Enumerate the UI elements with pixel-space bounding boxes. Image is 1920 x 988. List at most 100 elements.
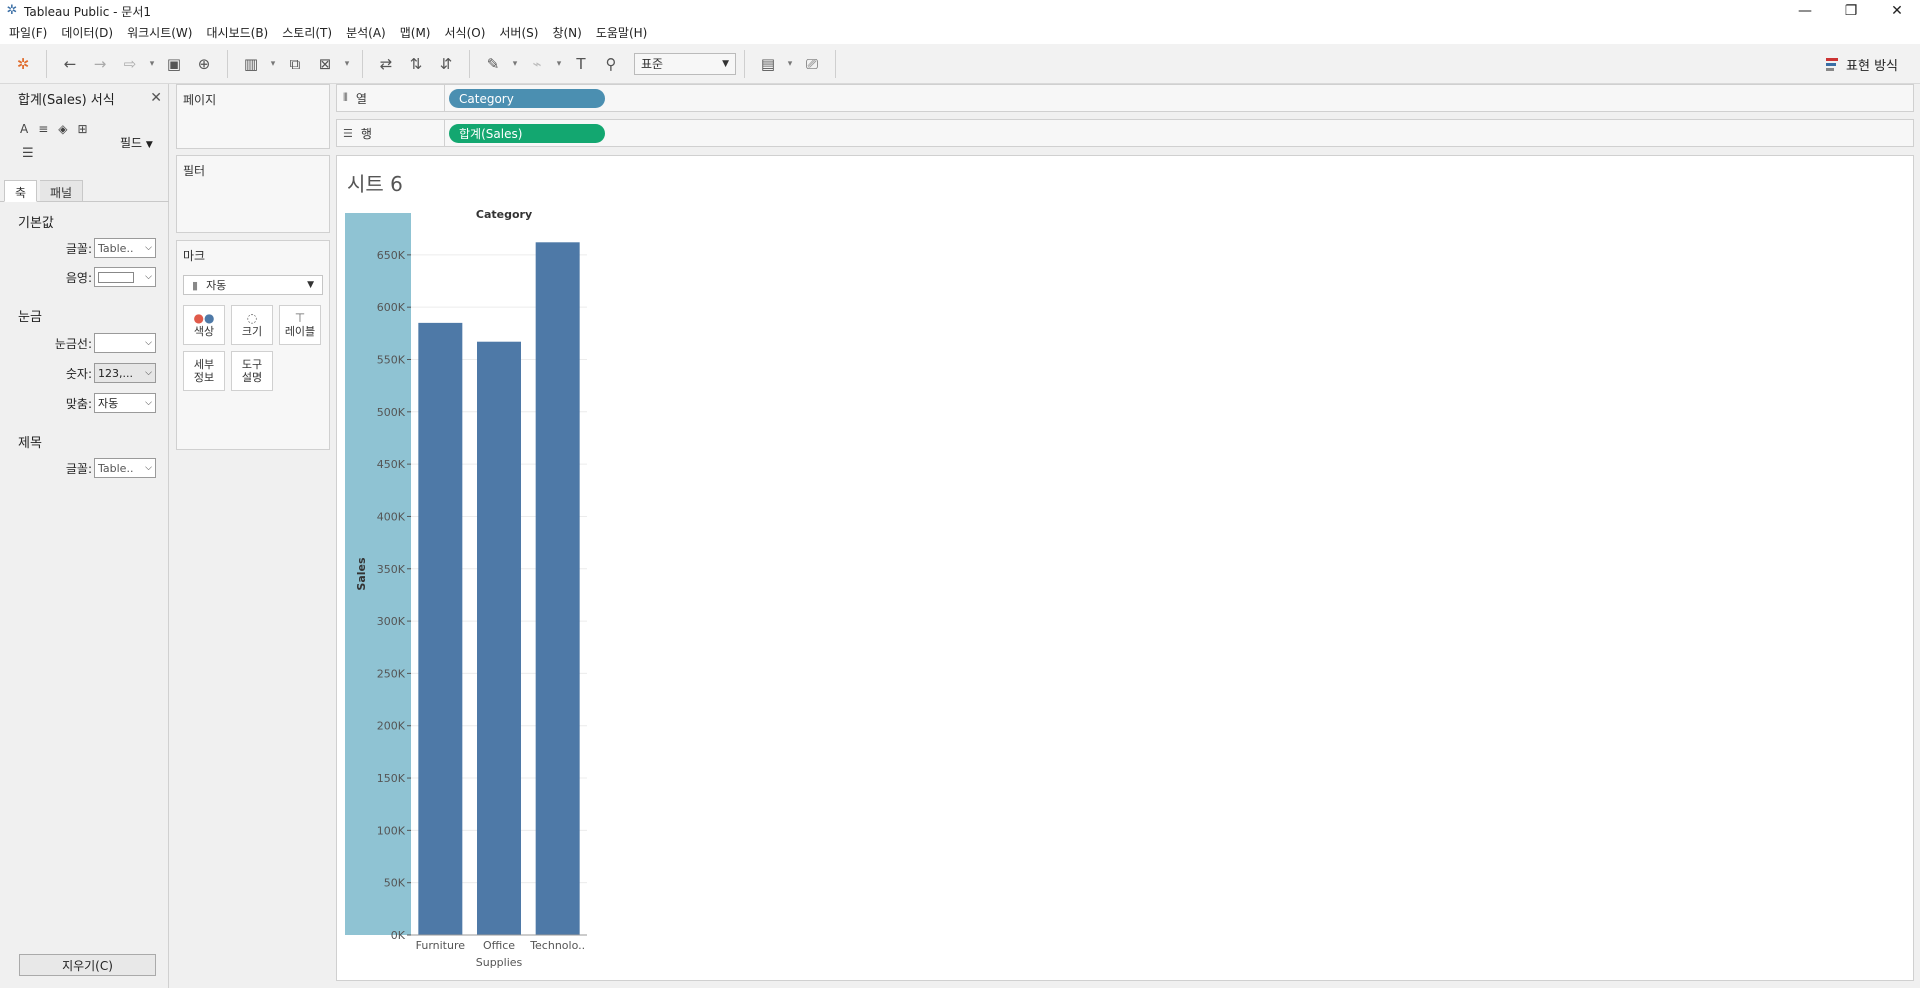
replay-dropdown-icon[interactable]: ▾ [145,51,159,77]
tooltip-mark-button[interactable]: 도구 설명 [231,351,273,391]
chevron-down-icon: ▼ [722,58,729,69]
new-worksheet-icon[interactable]: ▥ [238,51,264,77]
menu-file[interactable]: 파일(F) [2,22,54,44]
menu-worksheet[interactable]: 워크시트(W) [120,22,199,44]
toolbar-separator [362,49,363,78]
menu-data[interactable]: 데이터(D) [54,22,120,44]
replay-icon[interactable]: ⇨ [117,51,143,77]
tab-pane[interactable]: 패널 [40,180,84,202]
undo-icon[interactable]: ← [57,51,83,77]
filters-card[interactable]: 필터 [176,155,330,233]
format-lines-icon[interactable]: ☰ [22,146,34,161]
font-label: 글꼴: [65,241,92,256]
x-tick-label: Supplies [476,956,523,969]
duplicate-sheet-icon[interactable]: ⧉ [282,51,308,77]
y-tick-label: 100K [377,824,406,837]
tableau-home-icon[interactable]: ✲ [10,51,36,77]
menu-help[interactable]: 도움말(H) [589,22,655,44]
highlight-icon[interactable]: ✎ [480,51,506,77]
sort-ascending-icon[interactable]: ⇅ [403,51,429,77]
columns-shelf-label: ⦀ 열 [337,85,445,111]
category-pill[interactable]: Category [449,89,605,108]
group-dropdown-icon[interactable]: ▾ [552,51,566,77]
sort-descending-icon[interactable]: ⇵ [433,51,459,77]
rows-shelf[interactable]: ☰ 행 합계(Sales) [336,119,1914,147]
show-me-button[interactable]: 표현 방식 [1826,44,1898,84]
presentation-mode-icon[interactable]: ⎚ [799,51,825,77]
menu-story[interactable]: 스토리(T) [275,22,339,44]
menu-dashboard[interactable]: 대시보드(B) [199,22,275,44]
highlight-dropdown-icon[interactable]: ▾ [508,51,522,77]
fix-axes-icon[interactable]: ⚲ [598,51,624,77]
close-window-button[interactable]: ✕ [1874,0,1920,22]
format-pane-header: 합계(Sales) 서식 ✕ [0,84,168,112]
window-controls: — ❐ ✕ [1782,0,1920,22]
rows-shelf-label: ☰ 행 [337,120,445,146]
gridlines-label: 눈금선: [54,336,92,351]
chevron-down-icon: ⌵ [145,368,152,378]
color-icon: ●● [193,311,215,325]
align-select[interactable]: 자동 ⌵ [94,393,156,413]
columns-shelf[interactable]: ⦀ 열 Category [336,84,1914,112]
menu-format[interactable]: 서식(O) [438,22,493,44]
numbers-row: 숫자: 123,... ⌵ [0,362,169,384]
y-axis-label: Sales [355,557,368,591]
swap-rows-columns-icon[interactable]: ⇄ [373,51,399,77]
menu-map[interactable]: 맵(M) [393,22,438,44]
worksheet-view: 시트 6 0K 50K 100K 150K 200K 250K 300K 350K 400K 45… [336,155,1914,981]
default-font-row: 글꼴: Table.. ⌵ [0,237,169,259]
show-me-label: 표현 방식 [1846,58,1898,74]
font-select-value: Table.. [98,241,134,255]
pages-card[interactable]: 페이지 [176,84,330,149]
format-font-icon[interactable]: A [20,122,28,136]
clear-sheet-dropdown-icon[interactable]: ▾ [340,51,354,77]
marks-card-title: 마크 [183,249,206,263]
shading-select[interactable]: ⌵ [94,267,156,287]
restore-button[interactable]: ❐ [1828,0,1874,22]
label-mark-button[interactable]: ⊤ 레이블 [279,305,321,345]
new-worksheet-dropdown-icon[interactable]: ▾ [266,51,280,77]
size-icon: ◌ [246,311,258,325]
bar-office-supplies [477,341,521,935]
show-cards-icon[interactable]: ▤ [755,51,781,77]
shading-swatch [98,271,134,283]
save-icon[interactable]: ▣ [161,51,187,77]
chevron-down-icon: ⌵ [145,338,152,348]
mark-type-select[interactable]: ▮ 자동 ▼ [183,275,323,295]
format-alignment-icon[interactable]: ≡ [38,122,48,136]
format-shading-icon[interactable]: ◈ [58,122,67,136]
group-members-icon[interactable]: ⌁ [524,51,550,77]
sum-sales-pill[interactable]: 합계(Sales) [449,124,605,143]
y-tick-label: 200K [377,720,406,733]
y-tick-label: 400K [377,510,406,523]
x-tick-label: Office [483,939,515,952]
font-select[interactable]: Table.. ⌵ [94,238,156,258]
minimize-button[interactable]: — [1782,0,1828,22]
field-dropdown[interactable]: 필드 ▼ [120,134,153,151]
menu-server[interactable]: 서버(S) [492,22,545,44]
numbers-select[interactable]: 123,... ⌵ [94,363,156,383]
alignment-row: 맞춤: 자동 ⌵ [0,392,169,414]
clear-sheet-icon[interactable]: ⊠ [312,51,338,77]
toolbar-separator [227,49,228,78]
redo-icon[interactable]: → [87,51,113,77]
color-mark-button[interactable]: ●● 색상 [183,305,225,345]
close-icon[interactable]: ✕ [150,90,162,106]
title-font-select[interactable]: Table.. ⌵ [94,458,156,478]
gridlines-select[interactable]: ⌵ [94,333,156,353]
numbers-label: 숫자: [65,366,92,381]
menu-window[interactable]: 창(N) [545,22,588,44]
new-datasource-icon[interactable]: ⊕ [191,51,217,77]
detail-mark-button[interactable]: 세부 정보 [183,351,225,391]
format-borders-icon[interactable]: ⊞ [78,122,88,136]
show-mark-labels-icon[interactable]: T [568,51,594,77]
size-mark-button[interactable]: ◌ 크기 [231,305,273,345]
tab-axis[interactable]: 축 [4,180,38,202]
show-cards-dropdown-icon[interactable]: ▾ [783,51,797,77]
chevron-down-icon: ⌵ [145,243,152,253]
menu-analysis[interactable]: 분석(A) [339,22,393,44]
x-axis-header: Category [476,208,532,221]
fit-select[interactable]: 표준 ▼ [634,52,736,75]
clear-button[interactable]: 지우기(C) [19,954,156,976]
chevron-down-icon: ▼ [307,280,314,290]
